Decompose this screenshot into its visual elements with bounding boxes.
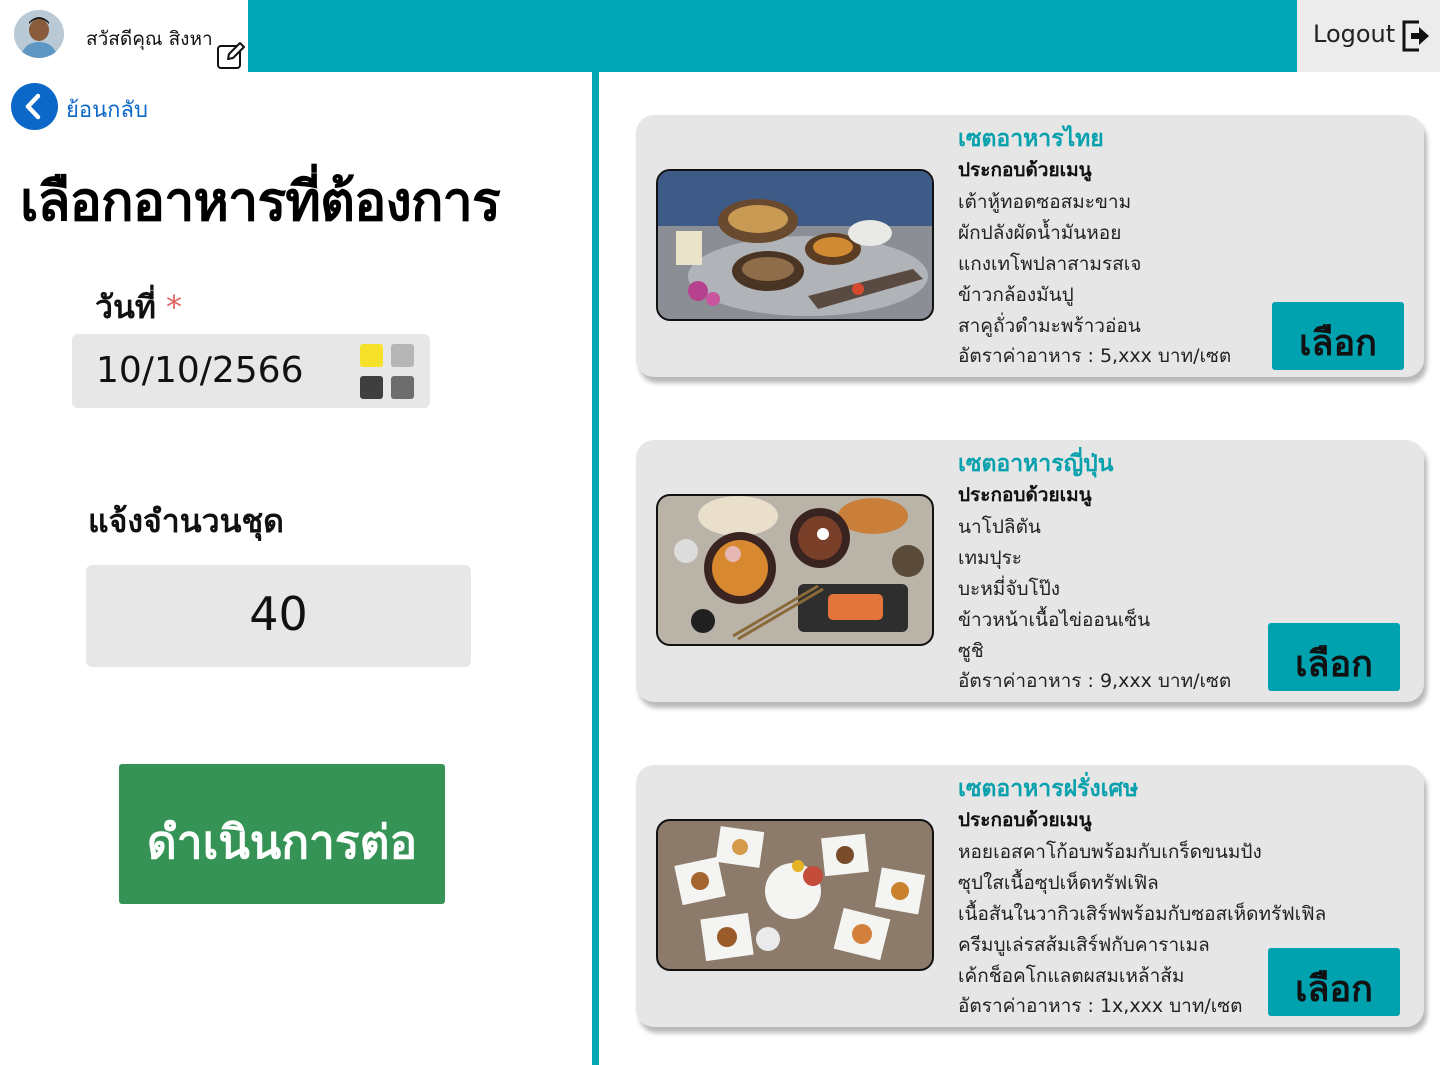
select-button-label: เลือก — [1295, 644, 1373, 685]
food-set-image — [656, 494, 934, 646]
select-thai-set-button[interactable]: เลือก — [1272, 302, 1404, 370]
user-profile: สวัสดีคุณ สิงหา — [0, 0, 250, 72]
menu-item: สาคูถั่วดำมะพร้าวอ่อน — [958, 315, 1141, 337]
menu-list: เต้าหู้ทอดซอสมะขาม ผักปลังผัดน้ำมันหอย แ… — [958, 187, 1141, 342]
food-set-card-thai: เซตอาหารไทย ประกอบด้วยเมนู เต้าหู้ทอดซอส… — [636, 115, 1424, 377]
menu-item: ซูชิ — [958, 640, 984, 662]
food-set-title: เซตอาหารญี่ปุ่น — [958, 451, 1114, 477]
proceed-label: ดำเนินการต่อ — [146, 815, 418, 869]
logout-button[interactable]: Logout — [1297, 0, 1440, 72]
date-field[interactable]: 10/10/2566 — [72, 334, 430, 408]
proceed-button[interactable]: ดำเนินการต่อ — [119, 764, 445, 904]
menu-item: ผักปลังผัดน้ำมันหอย — [958, 222, 1122, 244]
food-set-subtitle: ประกอบด้วยเมนู — [958, 159, 1092, 181]
menu-item: แกงเทโพปลาสามรสเจ — [958, 253, 1142, 275]
menu-item: เต้าหู้ทอดซอสมะขาม — [958, 191, 1132, 213]
quantity-label: แจ้งจำนวนชุด — [88, 502, 284, 540]
chevron-left-icon — [25, 93, 41, 120]
required-mark: * — [165, 288, 182, 326]
food-set-subtitle: ประกอบด้วยเมนู — [958, 484, 1092, 506]
menu-item: ซุปใสเนื้อซุปเห็ดทรัฟเฟิล — [958, 872, 1159, 894]
select-french-set-button[interactable]: เลือก — [1268, 948, 1400, 1016]
menu-item: เนื้อสันในวากิวเสิร์ฟพร้อมกับซอสเห็ดทรัฟ… — [958, 903, 1327, 925]
avatar[interactable] — [14, 10, 64, 58]
select-button-label: เลือก — [1299, 323, 1377, 364]
panel-divider — [592, 72, 599, 1065]
logout-label: Logout — [1313, 20, 1396, 48]
calendar-picker-icon[interactable] — [360, 344, 416, 400]
back-label: ย้อนกลับ — [66, 98, 148, 123]
food-set-price: อัตราค่าอาหาร : 1x,xxx บาท/เซต — [958, 995, 1243, 1017]
page-title: เลือกอาหารที่ต้องการ — [20, 170, 501, 233]
select-button-label: เลือก — [1295, 969, 1373, 1010]
date-label-text: วันที่ — [95, 288, 156, 326]
food-set-title: เซตอาหารฝรั่งเศษ — [958, 776, 1139, 802]
menu-item: ข้าวหน้าเนื้อไข่ออนเซ็น — [958, 609, 1151, 631]
food-set-price: อัตราค่าอาหาร : 9,xxx บาท/เซต — [958, 670, 1232, 692]
back-circle — [11, 83, 58, 130]
menu-item: นาโปลิตัน — [958, 516, 1041, 538]
menu-item: หอยเอสคาโก้อบพร้อมกับเกร็ดขนมปัง — [958, 841, 1262, 863]
greeting-text: สวัสดีคุณ สิงหา — [86, 28, 213, 50]
logout-icon — [1402, 20, 1429, 52]
menu-item: ข้าวกล้องมันปู — [958, 284, 1074, 306]
food-set-title: เซตอาหารไทย — [958, 126, 1104, 152]
date-label: วันที่ * — [95, 282, 182, 333]
food-set-subtitle: ประกอบด้วยเมนู — [958, 809, 1092, 831]
quantity-field[interactable]: 40 — [86, 565, 471, 667]
food-set-card-japanese: เซตอาหารญี่ปุ่น ประกอบด้วยเมนู นาโปลิตัน… — [636, 440, 1424, 702]
edit-profile-icon[interactable] — [216, 40, 246, 70]
quantity-value: 40 — [249, 587, 308, 641]
menu-item: บะหมี่จับโป๊ง — [958, 578, 1061, 600]
food-set-image — [656, 169, 934, 321]
date-value: 10/10/2566 — [96, 350, 304, 391]
menu-list: นาโปลิตัน เทมปุระ บะหมี่จับโป๊ง ข้าวหน้า… — [958, 512, 1150, 667]
food-set-card-french: เซตอาหารฝรั่งเศษ ประกอบด้วยเมนู หอยเอสคา… — [636, 765, 1424, 1027]
food-set-price: อัตราค่าอาหาร : 5,xxx บาท/เซต — [958, 345, 1232, 367]
food-set-image — [656, 819, 934, 971]
select-japanese-set-button[interactable]: เลือก — [1268, 623, 1400, 691]
menu-item: เทมปุระ — [958, 547, 1023, 569]
